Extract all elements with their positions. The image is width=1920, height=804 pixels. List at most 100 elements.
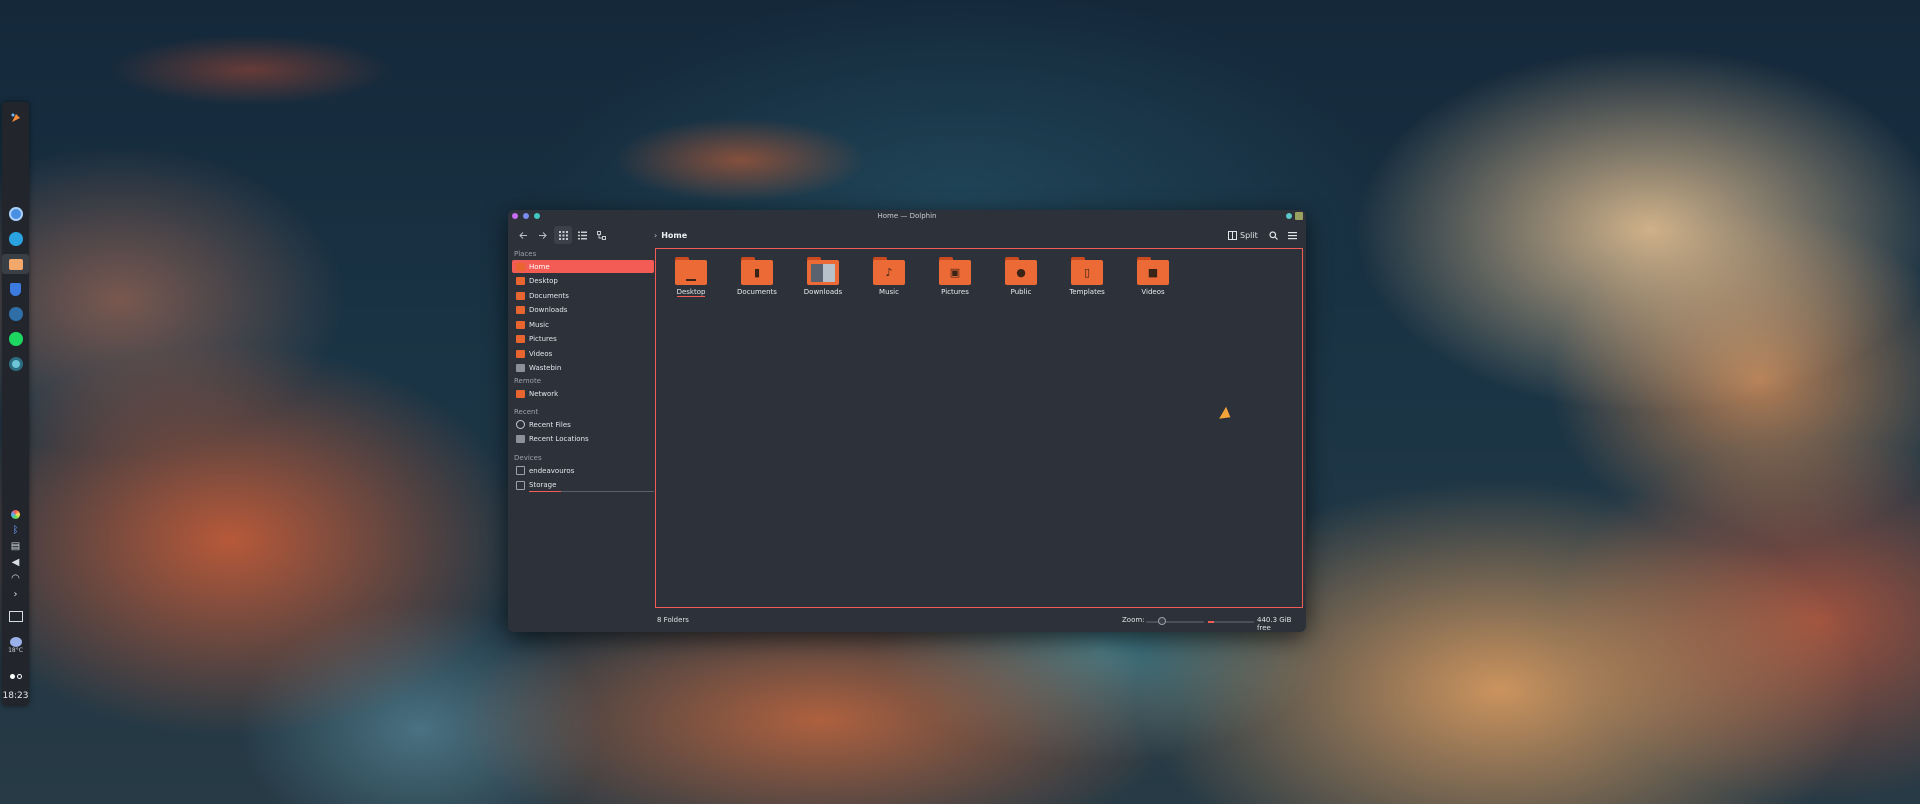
window-title: Home — Dolphin [877,212,937,220]
sidebar-item-label: Recent Locations [529,435,589,443]
settings-app-icon[interactable] [2,354,29,374]
file-label: Videos [1141,288,1165,296]
grid-icon [558,230,568,240]
search-icon [1268,230,1278,240]
sidebar-item-music[interactable]: Music [512,318,654,331]
storage-usage-fill [529,491,561,492]
file-label: Music [879,288,899,296]
sidebar-item-label: Storage [529,481,557,489]
show-desktop-icon[interactable] [2,606,29,626]
file-item-public[interactable]: ● Public [991,257,1051,296]
image-icon: ▣ [939,257,971,285]
remote-heading: Remote [514,377,542,385]
hamburger-menu-button[interactable] [1283,226,1301,244]
compact-view-button[interactable] [573,226,591,244]
file-label: Pictures [941,288,969,296]
app-launcher-icon[interactable] [2,108,29,128]
sidebar-item-documents[interactable]: Documents [512,289,654,302]
dock: ᛒ ▤ ◀ ◠ › 18°C 18:23 [2,102,29,706]
sidebar-item-endeavouros[interactable]: endeavouros [512,464,654,477]
pin-icon[interactable] [1286,213,1292,219]
details-view-button[interactable] [592,226,610,244]
document-icon: ▮ [741,257,773,285]
file-item-documents[interactable]: ▮ Documents [727,257,787,296]
steam-icon[interactable] [2,304,29,324]
videos-folder-icon [516,349,525,358]
file-view[interactable]: Desktop ▮ Documents Downloads ♪ Music ▣ … [655,248,1303,608]
split-view-icon [1228,230,1237,240]
sidebar-item-storage[interactable]: Storage [512,479,654,492]
sidebar-item-label: endeavouros [529,466,575,475]
app-menu-icon[interactable] [1295,212,1303,220]
zoom-slider-track[interactable] [1146,621,1204,623]
file-item-downloads[interactable]: Downloads [793,257,853,296]
pager-icon[interactable] [2,666,29,686]
file-label: Public [1010,288,1032,296]
devices-heading: Devices [514,454,542,462]
sidebar-item-label: Wastebin [529,364,562,372]
pictures-folder-icon [516,335,525,343]
video-camera-icon: ■ [1137,257,1169,285]
drive-icon [516,466,525,475]
music-folder-icon [516,320,525,329]
clock-icon [516,420,525,429]
home-folder-icon [516,262,525,271]
sidebar-item-label: Music [529,320,549,329]
chromium-icon[interactable] [2,204,29,224]
file-label: Desktop [676,288,706,297]
sidebar-item-network[interactable]: Network [512,387,654,400]
back-button[interactable] [514,226,532,244]
recent-heading: Recent [514,408,539,416]
status-bar: 8 Folders Zoom: 440.3 GiB free [508,614,1306,632]
search-button[interactable] [1264,226,1282,244]
sidebar-item-recent-files[interactable]: Recent Files [512,418,654,431]
zoom-label: Zoom: [1122,616,1145,624]
tree-icon [596,230,606,240]
sidebar-item-home[interactable]: Home [512,260,654,273]
download-icon [807,257,839,285]
zoom-slider-handle[interactable] [1158,617,1166,625]
icons-view-button[interactable] [554,226,572,244]
bitwarden-icon[interactable] [2,279,29,299]
breadcrumb[interactable]: › Home [654,227,687,243]
telegram-icon[interactable] [2,229,29,249]
split-button[interactable]: Split [1228,226,1258,244]
file-item-desktop[interactable]: Desktop [661,257,721,297]
sidebar-item-label: Home [529,262,550,271]
sidebar-item-wastebin[interactable]: Wastebin [512,362,654,375]
file-item-templates[interactable]: ▯ Templates [1057,257,1117,296]
list-icon [577,231,587,239]
arrow-right-icon [538,231,547,239]
downloads-folder-icon [516,306,525,314]
folder-count: 8 Folders [657,616,689,624]
sidebar-item-downloads[interactable]: Downloads [512,304,654,317]
file-item-videos[interactable]: ■ Videos [1123,257,1183,296]
sidebar-item-desktop[interactable]: Desktop [512,275,654,288]
user-icon: ● [1005,257,1037,285]
file-label: Documents [737,288,777,296]
drive-icon [516,480,525,490]
forward-button[interactable] [533,226,551,244]
sidebar-item-label: Documents [529,291,569,300]
network-folder-icon [516,389,525,398]
sidebar-item-recent-locations[interactable]: Recent Locations [512,433,654,446]
music-note-icon: ♪ [873,257,905,285]
clock[interactable]: 18:23 [2,691,29,701]
file-item-music[interactable]: ♪ Music [859,257,919,296]
free-space-label: 440.3 GiB free [1257,616,1292,632]
titlebar[interactable]: Home — Dolphin [508,210,1306,222]
sidebar-item-label: Desktop [529,277,558,285]
sidebar-item-videos[interactable]: Videos [512,347,654,360]
recent-locations-icon [516,435,525,443]
sidebar-item-label: Recent Files [529,420,571,429]
sidebar-item-pictures[interactable]: Pictures [512,333,654,346]
expand-tray-icon[interactable]: › [2,584,29,604]
dolphin-icon[interactable] [2,254,29,274]
hamburger-icon [1287,231,1297,239]
breadcrumb-home[interactable]: Home [661,231,687,240]
file-item-pictures[interactable]: ▣ Pictures [925,257,985,296]
weather-temperature: 18°C [8,647,23,654]
spotify-icon[interactable] [2,329,29,349]
free-space-fill [1208,621,1214,623]
sidebar-item-label: Downloads [529,306,568,314]
